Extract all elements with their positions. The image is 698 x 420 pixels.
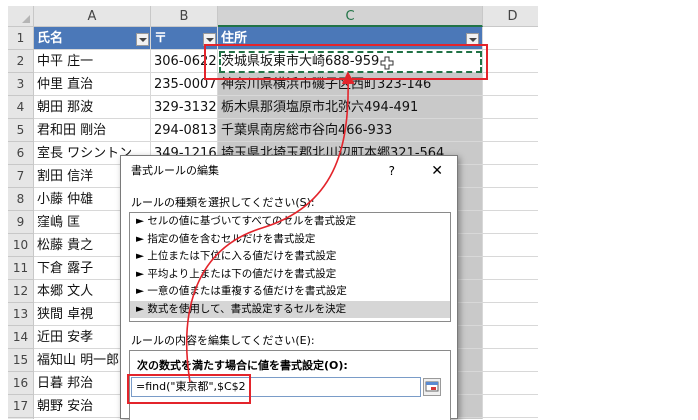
annotation-arrow-layer [185, 71, 355, 383]
annotation-arrow [185, 71, 355, 383]
